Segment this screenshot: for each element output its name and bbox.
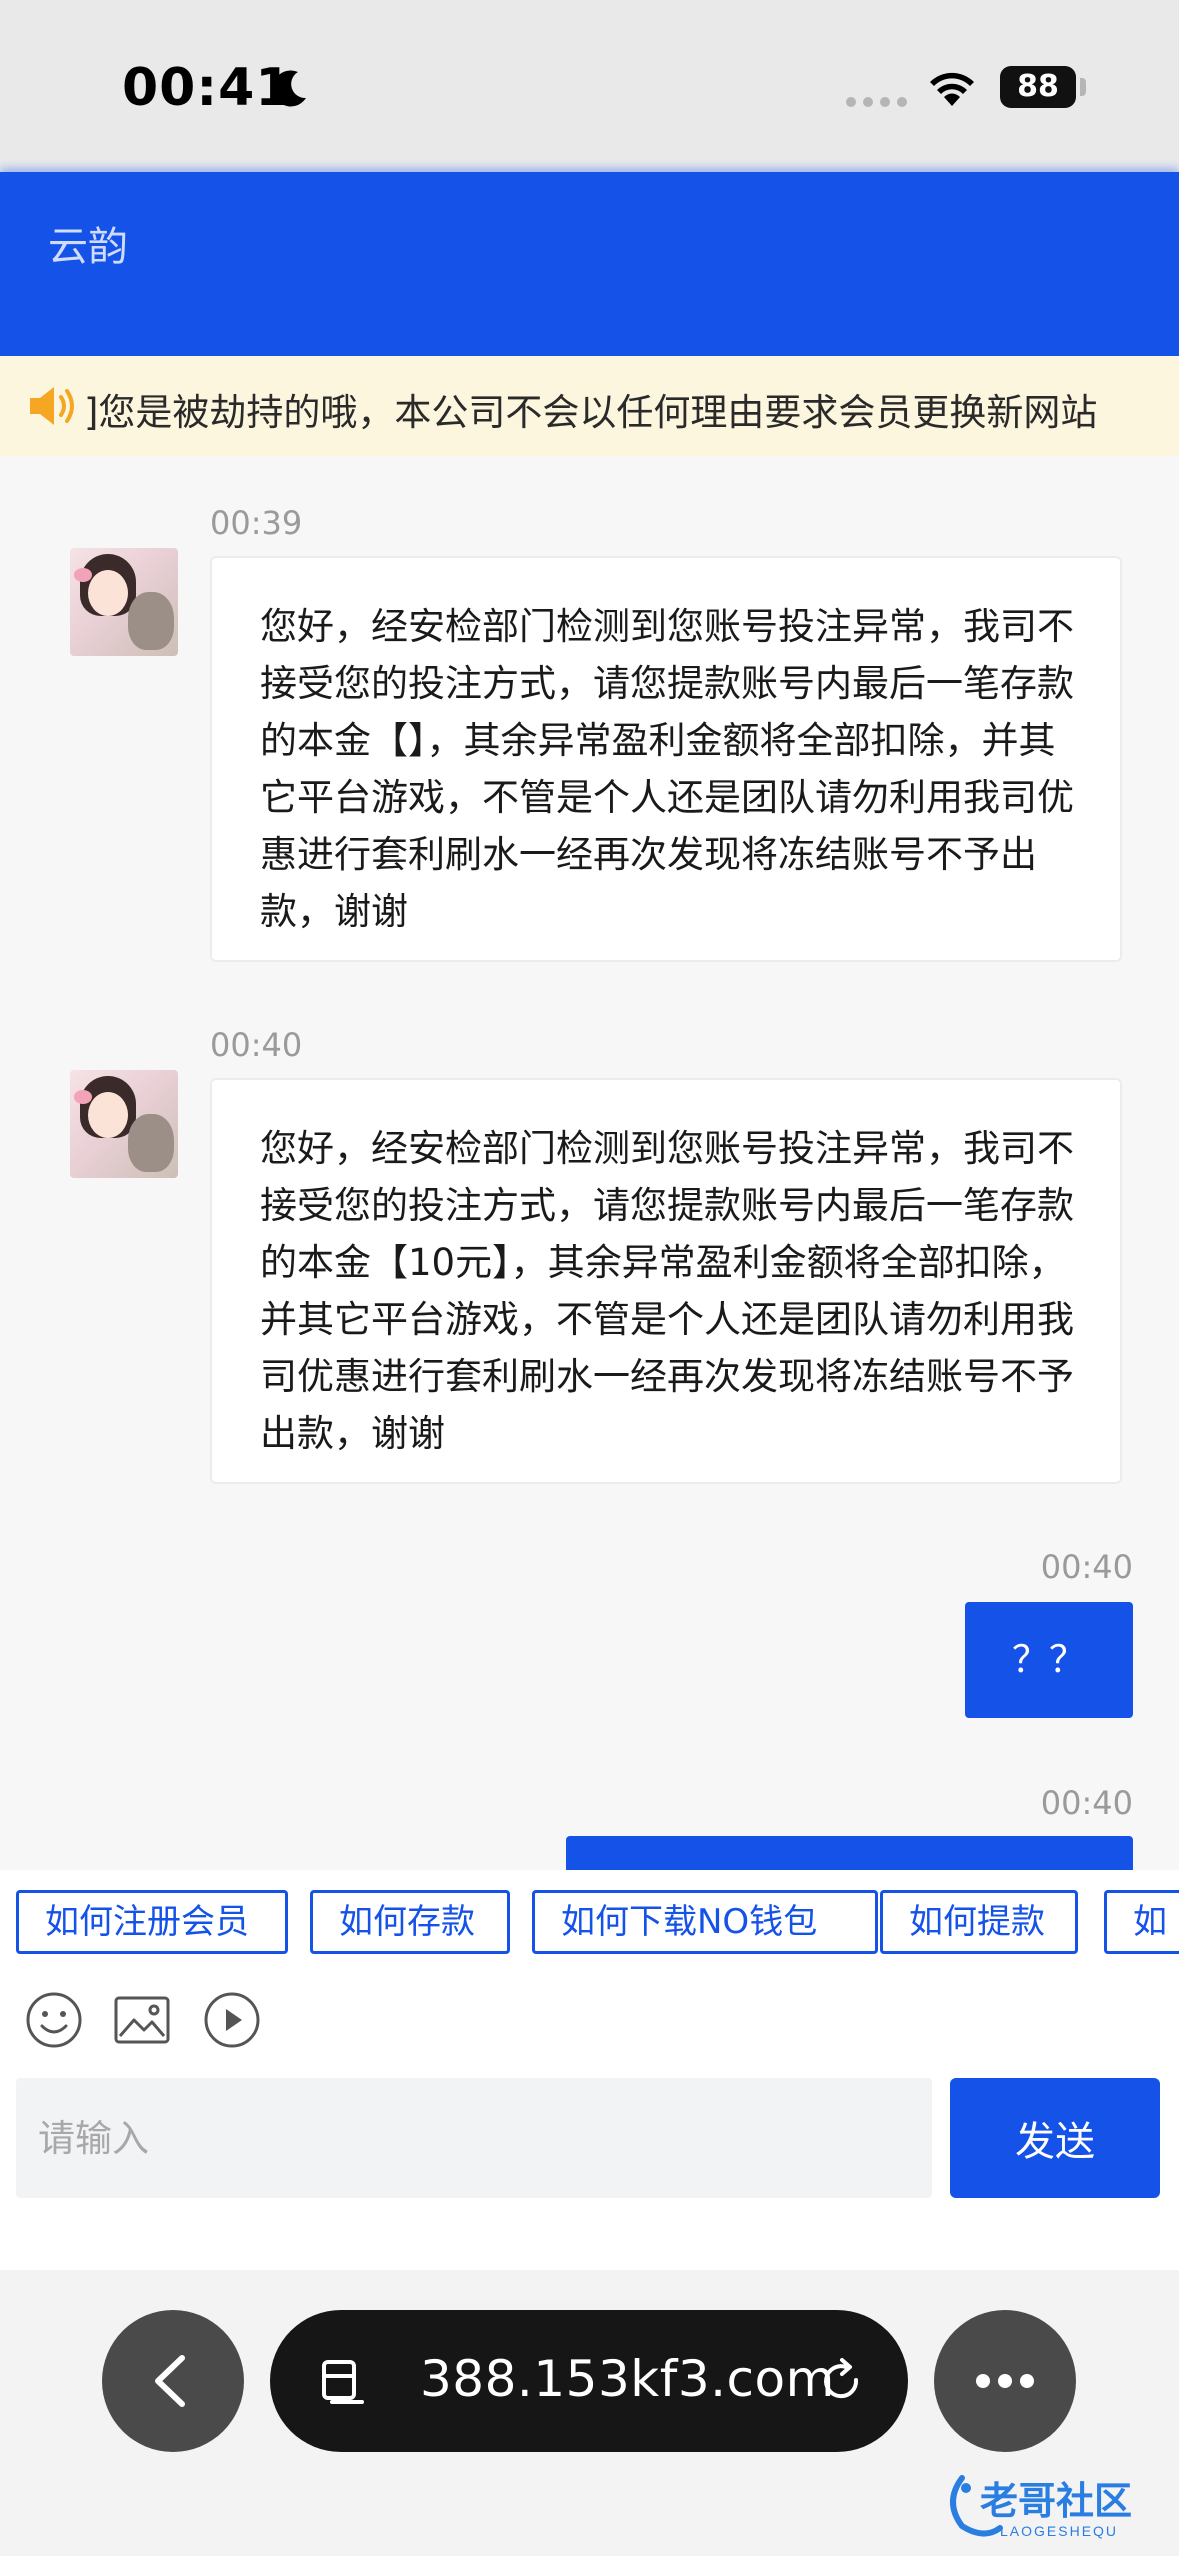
message-time: 00:40 bbox=[210, 1026, 303, 1064]
send-button[interactable]: 发送 bbox=[950, 2078, 1160, 2198]
app-header: 云韵 bbox=[0, 172, 1179, 356]
watermark-subtext: LAOGESHEQU bbox=[1000, 2523, 1118, 2539]
notice-bar: ]您是被劫持的哦，本公司不会以任何理由要求会员更换新网站 bbox=[0, 356, 1179, 456]
watermark-logo: 老哥社区 LAOGESHEQU bbox=[940, 2468, 1164, 2544]
image-icon[interactable] bbox=[112, 1990, 172, 2050]
agent-avatar[interactable] bbox=[70, 1070, 178, 1178]
address-bar[interactable]: 388.153kf3.com bbox=[270, 2310, 908, 2452]
chat-area[interactable]: 00:39 您好，经安检部门检测到您账号投注异常，我司不接受您的投注方式，请您提… bbox=[0, 456, 1179, 1870]
composer: 发送 bbox=[0, 2070, 1179, 2270]
ellipsis-icon bbox=[976, 2374, 1034, 2388]
reload-icon[interactable] bbox=[816, 2356, 868, 2408]
more-button[interactable] bbox=[934, 2310, 1076, 2452]
quick-reply-bar: 如何注册会员 如何存款 如何下载NO钱包 如何提款 如 bbox=[0, 1870, 1179, 1970]
message-time: 00:40 bbox=[1040, 1548, 1133, 1586]
agent-avatar[interactable] bbox=[70, 548, 178, 656]
composer-tools bbox=[0, 1970, 1179, 2070]
message-time: 00:39 bbox=[210, 504, 303, 542]
incoming-message: 您好，经安检部门检测到您账号投注异常，我司不接受您的投注方式，请您提款账号内最后… bbox=[210, 556, 1122, 962]
outgoing-message bbox=[566, 1836, 1133, 1870]
battery-icon: 88 bbox=[1000, 66, 1076, 108]
message-input[interactable] bbox=[16, 2078, 932, 2198]
chevron-left-icon bbox=[155, 2355, 185, 2407]
watermark-text: 老哥社区 bbox=[980, 2481, 1132, 2523]
quick-reply-withdraw[interactable]: 如何提款 bbox=[880, 1890, 1078, 1954]
back-button[interactable] bbox=[102, 2310, 244, 2452]
emoji-icon[interactable] bbox=[24, 1990, 84, 2050]
wifi-icon bbox=[926, 66, 978, 110]
status-bar: 00:41 88 bbox=[0, 0, 1179, 172]
quick-reply-deposit[interactable]: 如何存款 bbox=[310, 1890, 510, 1954]
app-title: 云韵 bbox=[48, 224, 128, 270]
quick-reply-register[interactable]: 如何注册会员 bbox=[16, 1890, 288, 1954]
battery-cap bbox=[1080, 78, 1086, 96]
quick-reply-more[interactable]: 如 bbox=[1104, 1890, 1179, 1954]
notice-text: ]您是被劫持的哦，本公司不会以任何理由要求会员更换新网站 bbox=[84, 391, 1098, 434]
tabs-icon bbox=[322, 2360, 364, 2404]
moon-icon bbox=[268, 66, 312, 110]
video-icon[interactable] bbox=[202, 1990, 262, 2050]
browser-toolbar: 388.153kf3.com 老哥社区 LAOGESHEQU bbox=[0, 2270, 1179, 2556]
quick-reply-download-wallet[interactable]: 如何下载NO钱包 bbox=[532, 1890, 878, 1954]
url-text: 388.153kf3.com bbox=[420, 2350, 835, 2408]
status-time: 00:41 bbox=[122, 58, 293, 118]
outgoing-message: ？？ bbox=[965, 1602, 1133, 1718]
message-time: 00:40 bbox=[1040, 1784, 1133, 1822]
cellular-icon bbox=[846, 97, 907, 107]
speaker-icon bbox=[26, 384, 82, 428]
incoming-message: 您好，经安检部门检测到您账号投注异常，我司不接受您的投注方式，请您提款账号内最后… bbox=[210, 1078, 1122, 1484]
